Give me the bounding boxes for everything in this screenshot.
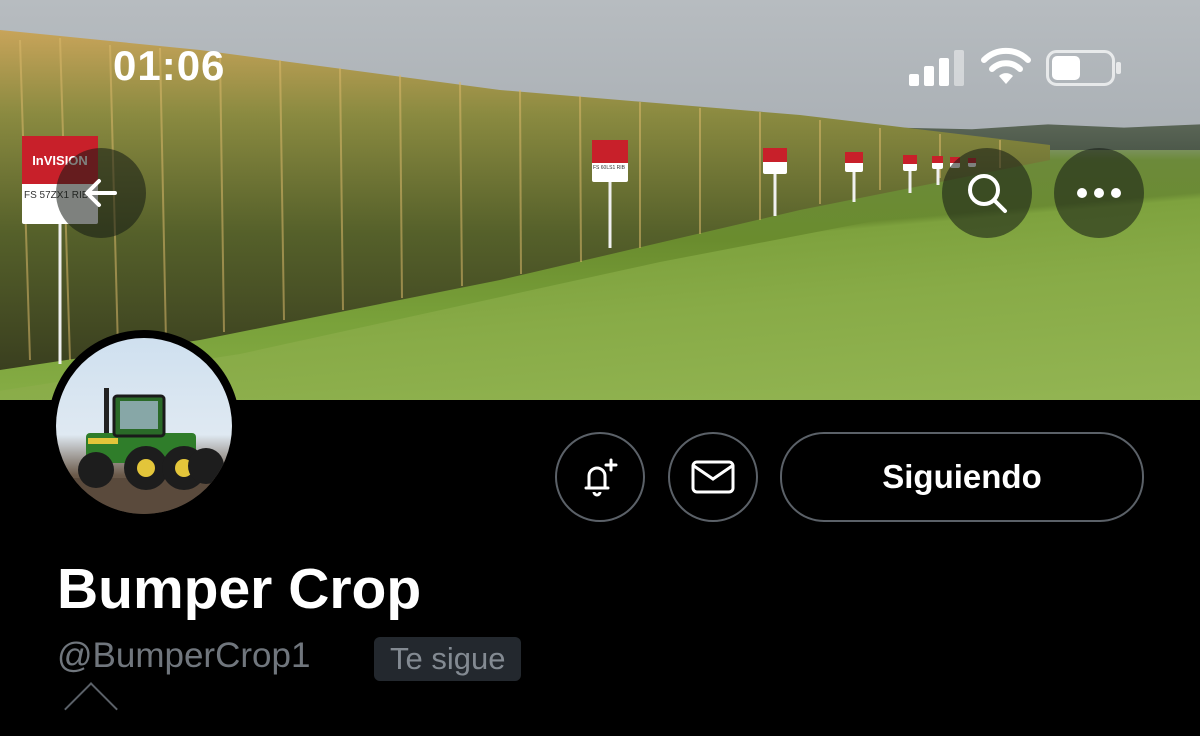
back-button[interactable]: [56, 148, 146, 238]
cellular-signal-icon: [909, 50, 964, 86]
field-sign: FS 60LS1 RIB: [592, 140, 628, 248]
profile-handle: @BumperCrop1: [57, 636, 311, 675]
more-options-button[interactable]: [1054, 148, 1144, 238]
message-button[interactable]: [668, 432, 758, 522]
profile-display-name: Bumper Crop: [57, 557, 422, 621]
sign-code-label: FS 60LS1 RIB: [593, 165, 625, 172]
field-sign: [903, 155, 917, 193]
arrow-left-icon: [85, 179, 117, 207]
tractor-icon: [56, 388, 232, 514]
following-button[interactable]: Siguiendo: [780, 432, 1144, 522]
status-time: 01:06: [113, 42, 226, 89]
battery-icon: [1046, 50, 1121, 86]
caret-icon: [64, 682, 118, 736]
search-button[interactable]: [942, 148, 1032, 238]
field-sign: [845, 152, 863, 202]
search-icon: [968, 174, 1007, 213]
envelope-icon: [691, 460, 735, 494]
field-sign: [932, 156, 943, 185]
bell-plus-icon: [584, 458, 618, 497]
avatar-image: [56, 338, 232, 514]
profile-avatar[interactable]: [48, 330, 240, 522]
field-sign: [763, 148, 787, 216]
follows-you-badge: Te sigue: [374, 637, 522, 681]
notify-button[interactable]: [555, 432, 645, 522]
more-horizontal-icon: [1077, 188, 1121, 198]
wifi-icon: [981, 47, 1031, 84]
